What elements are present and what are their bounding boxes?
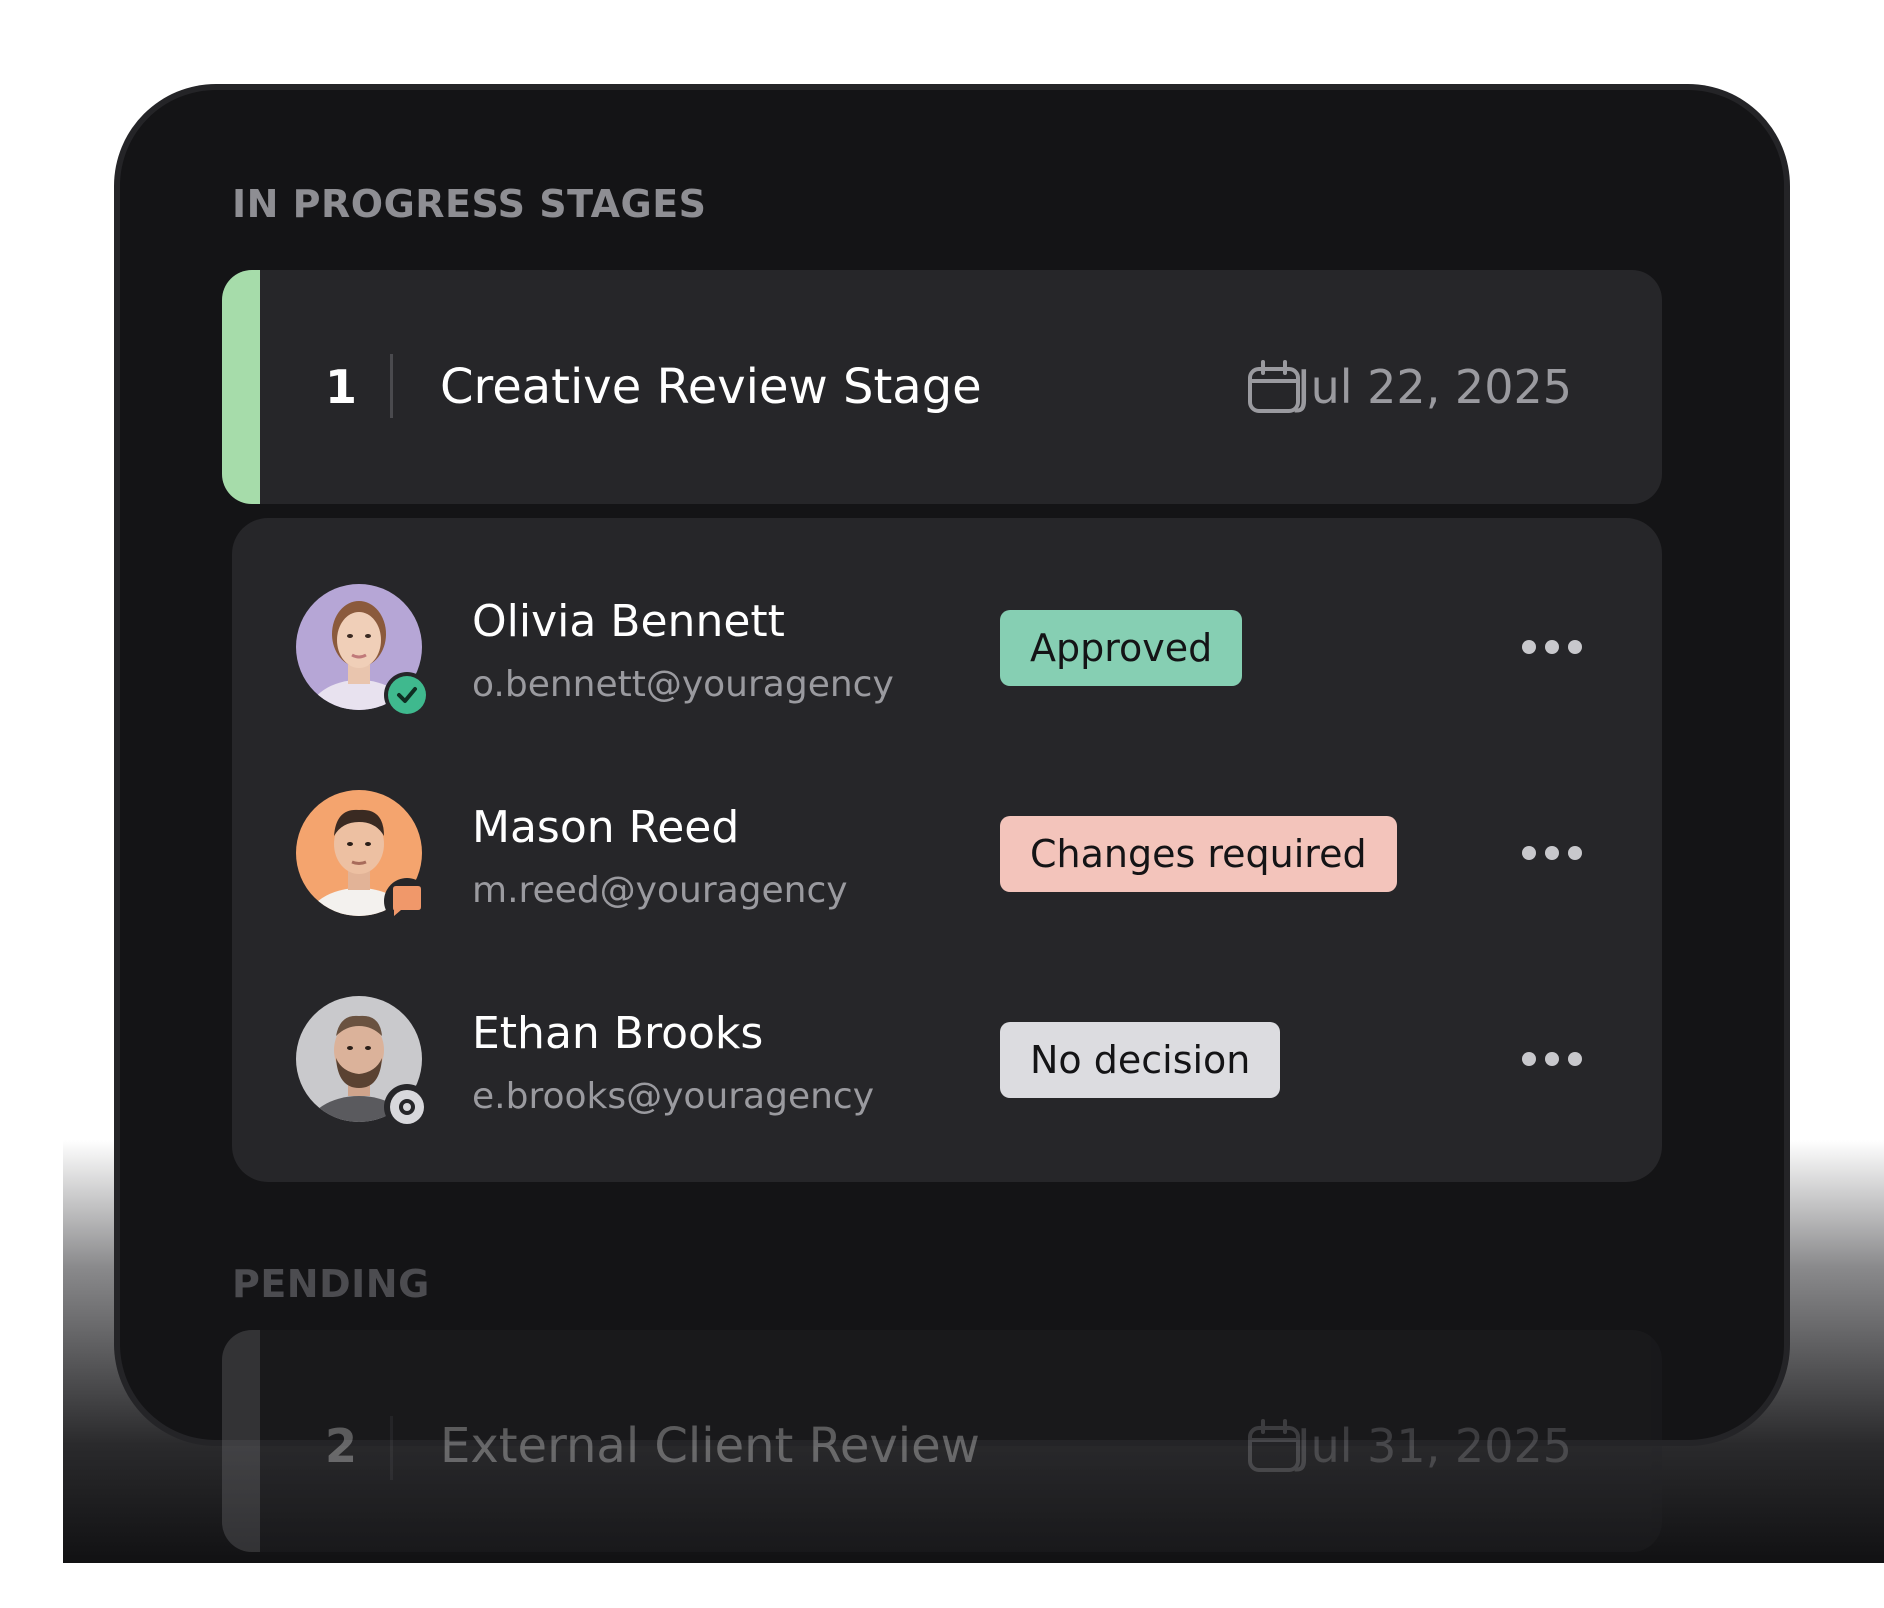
stage-divider	[390, 1416, 393, 1480]
stage-header-creative-review[interactable]: 1 Creative Review Stage Jul 22, 2025	[222, 270, 1662, 504]
viewer-badge	[384, 1084, 430, 1130]
stage-title: External Client Review	[440, 1418, 980, 1474]
more-options-button[interactable]	[1522, 846, 1582, 862]
check-circle-icon	[388, 676, 426, 714]
comment-badge	[384, 878, 430, 924]
approved-check-badge	[384, 672, 430, 718]
reviewer-email: o.bennett@youragency	[472, 664, 894, 705]
section-label-pending: PENDING	[232, 1262, 430, 1306]
calendar-icon	[1248, 1419, 1300, 1472]
comment-icon	[393, 886, 421, 916]
stage-header-external-client-review[interactable]: 2 External Client Review Jul 31, 2025	[222, 1330, 1662, 1552]
stage-divider	[390, 354, 393, 418]
reviewer-email: m.reed@youragency	[472, 870, 848, 911]
stage-date: Jul 31, 2025	[1297, 1419, 1572, 1473]
status-badge-no-decision: No decision	[1000, 1022, 1281, 1098]
calendar-icon	[1248, 360, 1300, 413]
stage-number: 1	[325, 360, 358, 414]
reviewer-name: Ethan Brooks	[472, 1008, 764, 1059]
stage-number: 2	[325, 1419, 358, 1473]
eye-icon	[390, 1090, 424, 1124]
stage-title: Creative Review Stage	[440, 359, 982, 415]
stage-accent-bar	[222, 270, 260, 504]
stage-accent-bar	[222, 1330, 260, 1552]
more-options-button[interactable]	[1522, 640, 1582, 656]
reviewer-row-olivia: Olivia Bennett o.bennett@youragency Appr…	[232, 584, 1662, 718]
reviewer-row-mason: Mason Reed m.reed@youragency Changes req…	[232, 790, 1662, 924]
reviewer-row-ethan: Ethan Brooks e.brooks@youragency No deci…	[232, 996, 1662, 1130]
stage-date: Jul 22, 2025	[1297, 360, 1572, 414]
more-options-button[interactable]	[1522, 1052, 1582, 1068]
status-badge-changes-required: Changes required	[1000, 816, 1397, 892]
reviewers-list: Olivia Bennett o.bennett@youragency Appr…	[232, 518, 1662, 1182]
status-badge-approved: Approved	[1000, 610, 1243, 686]
reviewer-email: e.brooks@youragency	[472, 1076, 875, 1117]
reviewer-name: Olivia Bennett	[472, 596, 785, 647]
reviewer-name: Mason Reed	[472, 802, 740, 853]
section-label-in-progress: IN PROGRESS STAGES	[232, 182, 707, 226]
